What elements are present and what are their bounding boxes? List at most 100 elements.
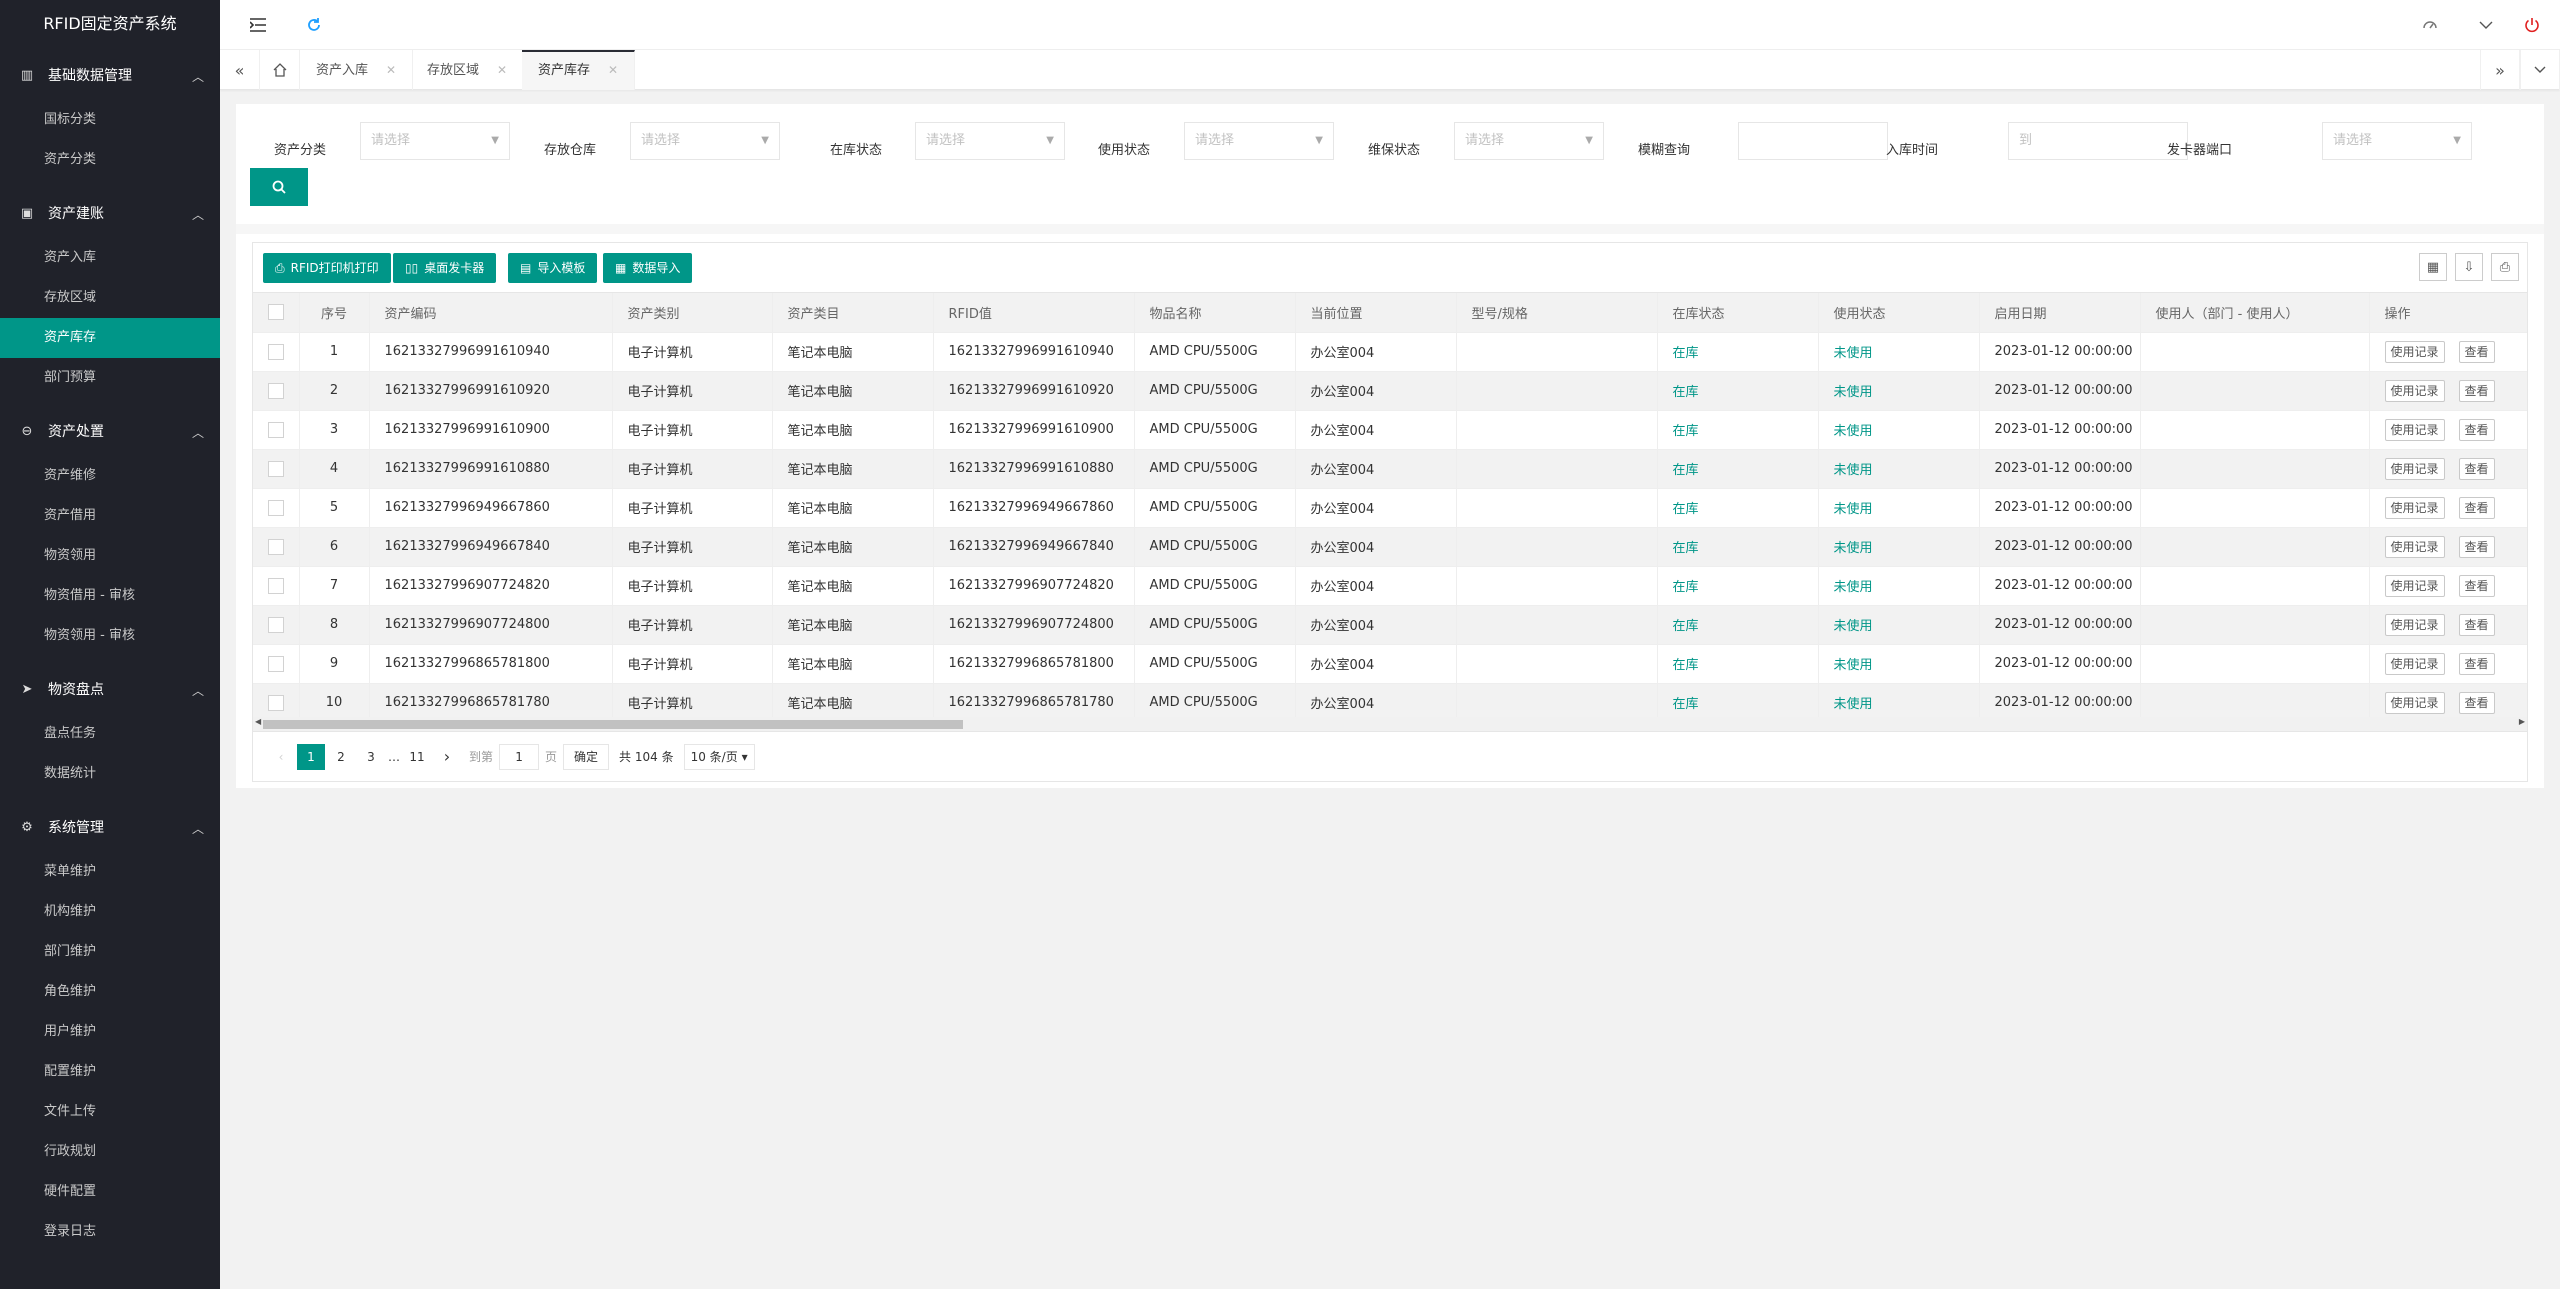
sidebar-item[interactable]: 菜单维护 — [0, 852, 220, 892]
view-button[interactable]: 查看 — [2458, 340, 2495, 363]
import-template-button[interactable]: ▤ 导入模板 — [508, 253, 598, 283]
warehouse-select[interactable]: 请选择 ▼ — [630, 122, 780, 160]
sidebar-item[interactable]: 部门维护 — [0, 932, 220, 972]
sidebar-item[interactable]: 资产入库 — [0, 238, 220, 278]
row-checkbox[interactable] — [253, 605, 300, 645]
home-icon[interactable] — [260, 50, 300, 90]
page-2[interactable]: 2 — [327, 744, 355, 770]
sidebar-group-2[interactable]: ⊖ 资产处置 ︿ — [0, 406, 220, 456]
stock-status-select[interactable]: 请选择 ▼ — [915, 122, 1065, 160]
row-checkbox[interactable] — [253, 566, 300, 606]
row-checkbox[interactable] — [253, 332, 300, 372]
sidebar-item[interactable]: 角色维护 — [0, 972, 220, 1012]
view-button[interactable]: 查看 — [2458, 535, 2495, 558]
page-size-select[interactable]: 10 条/页 ▾ — [683, 743, 755, 770]
usage-records-button[interactable]: 使用记录 — [2384, 496, 2445, 519]
select-all-checkbox[interactable] — [253, 293, 300, 333]
tab-menu-chevron-icon[interactable] — [2520, 50, 2560, 90]
warranty-status-select[interactable]: 请选择 ▼ — [1454, 122, 1604, 160]
sidebar-item[interactable]: 硬件配置 — [0, 1172, 220, 1212]
columns-filter-icon[interactable]: ▦ — [2419, 253, 2447, 281]
page-11[interactable]: 11 — [403, 744, 431, 770]
card-port-select[interactable]: 请选择 ▼ — [2322, 122, 2472, 160]
table-row[interactable]: 4 16213327996991610880 电子计算机 笔记本电脑 162133279… — [253, 449, 2527, 489]
sidebar-item[interactable]: 物资领用 - 审核 — [0, 616, 220, 656]
sidebar-item[interactable]: 资产维修 — [0, 456, 220, 496]
sidebar-item[interactable]: 资产库存 — [0, 318, 220, 358]
sidebar-item[interactable]: 国标分类 — [0, 100, 220, 140]
usage-records-button[interactable]: 使用记录 — [2384, 691, 2445, 714]
scroll-right-icon[interactable]: ▶ — [2519, 717, 2525, 726]
sidebar-group-4[interactable]: ⚙ 系统管理 ︿ — [0, 802, 220, 852]
goto-confirm-button[interactable]: 确定 — [563, 743, 610, 770]
sidebar-item[interactable]: 配置维护 — [0, 1052, 220, 1092]
row-checkbox[interactable] — [253, 527, 300, 567]
table-row[interactable]: 8 16213327996907724800 电子计算机 笔记本电脑 162133279… — [253, 605, 2527, 645]
prev-page-icon[interactable]: ‹ — [267, 744, 295, 770]
usage-records-button[interactable]: 使用记录 — [2384, 613, 2445, 636]
sidebar-item[interactable]: 数据统计 — [0, 754, 220, 794]
usage-records-button[interactable]: 使用记录 — [2384, 457, 2445, 480]
sidebar-item[interactable]: 物资借用 - 审核 — [0, 576, 220, 616]
row-checkbox[interactable] — [253, 449, 300, 489]
table-row[interactable]: 5 16213327996949667860 电子计算机 笔记本电脑 162133279… — [253, 488, 2527, 528]
table-row[interactable]: 7 16213327996907724820 电子计算机 笔记本电脑 162133279… — [253, 566, 2527, 606]
export-icon[interactable]: ⇩ — [2455, 253, 2483, 281]
sidebar-item[interactable]: 文件上传 — [0, 1092, 220, 1132]
usage-records-button[interactable]: 使用记录 — [2384, 574, 2445, 597]
tab-storage-area[interactable]: 存放区域 ✕ — [411, 50, 525, 90]
row-checkbox[interactable] — [253, 371, 300, 411]
view-button[interactable]: 查看 — [2458, 379, 2495, 402]
scroll-left-icon[interactable]: ◀ — [255, 717, 261, 726]
row-checkbox[interactable] — [253, 644, 300, 684]
next-page-icon[interactable]: › — [433, 744, 461, 770]
desktop-reader-button[interactable]: ▯▯ 桌面发卡器 — [393, 253, 497, 283]
usage-records-button[interactable]: 使用记录 — [2384, 535, 2445, 558]
table-row[interactable]: 6 16213327996949667840 电子计算机 笔记本电脑 162133279… — [253, 527, 2527, 567]
table-row[interactable]: 9 16213327996865781800 电子计算机 笔记本电脑 162133279… — [253, 644, 2527, 684]
print-icon[interactable]: ⎙ — [2491, 253, 2519, 281]
tab-scroll-right-icon[interactable]: » — [2480, 50, 2520, 90]
data-import-button[interactable]: ▦ 数据导入 — [603, 253, 693, 283]
sidebar-item[interactable]: 物资领用 — [0, 536, 220, 576]
view-button[interactable]: 查看 — [2458, 574, 2495, 597]
usage-records-button[interactable]: 使用记录 — [2384, 379, 2445, 402]
scrollbar-thumb[interactable] — [263, 720, 963, 729]
usage-records-button[interactable]: 使用记录 — [2384, 652, 2445, 675]
page-1[interactable]: 1 — [297, 743, 325, 770]
sidebar-item[interactable]: 存放区域 — [0, 278, 220, 318]
asset-category-select[interactable]: 请选择 ▼ — [360, 122, 510, 160]
sidebar-group-0[interactable]: ▥ 基础数据管理 ︿ — [0, 50, 220, 100]
table-row[interactable]: 1 16213327996991610940 电子计算机 笔记本电脑 162133279… — [253, 332, 2527, 372]
horizontal-scrollbar[interactable]: ◀ ▶ — [253, 717, 2527, 731]
close-icon[interactable]: ✕ — [386, 63, 396, 77]
sidebar-group-1[interactable]: ▣ 资产建账 ︿ — [0, 188, 220, 238]
chevron-down-icon[interactable] — [2476, 15, 2496, 35]
refresh-icon[interactable] — [304, 15, 324, 35]
tab-asset-stock[interactable]: 资产库存 ✕ — [522, 50, 636, 90]
sidebar-item[interactable]: 部门预算 — [0, 358, 220, 398]
theme-icon[interactable] — [2420, 15, 2440, 35]
sidebar-group-3[interactable]: ➤ 物资盘点 ︿ — [0, 664, 220, 714]
goto-page-input[interactable]: 1 — [499, 743, 540, 770]
menu-collapse-icon[interactable] — [248, 15, 268, 35]
row-checkbox[interactable] — [253, 410, 300, 450]
view-button[interactable]: 查看 — [2458, 613, 2495, 636]
close-icon[interactable]: ✕ — [497, 63, 507, 77]
sidebar-item[interactable]: 机构维护 — [0, 892, 220, 932]
power-icon[interactable] — [2522, 15, 2542, 35]
sidebar-item[interactable]: 资产借用 — [0, 496, 220, 536]
view-button[interactable]: 查看 — [2458, 496, 2495, 519]
rfid-print-button[interactable]: ⎙ RFID打印机打印 — [263, 253, 391, 283]
search-button[interactable] — [250, 168, 308, 206]
use-status-select[interactable]: 请选择 ▼ — [1184, 122, 1334, 160]
view-button[interactable]: 查看 — [2458, 691, 2495, 714]
usage-records-button[interactable]: 使用记录 — [2384, 340, 2445, 363]
table-row[interactable]: 3 16213327996991610900 电子计算机 笔记本电脑 162133279… — [253, 410, 2527, 450]
view-button[interactable]: 查看 — [2458, 418, 2495, 441]
tab-asset-in[interactable]: 资产入库 ✕ — [300, 50, 414, 90]
sidebar-item[interactable]: 行政规划 — [0, 1132, 220, 1172]
row-checkbox[interactable] — [253, 488, 300, 528]
page-3[interactable]: 3 — [357, 744, 385, 770]
tab-scroll-left-icon[interactable]: « — [220, 50, 260, 90]
